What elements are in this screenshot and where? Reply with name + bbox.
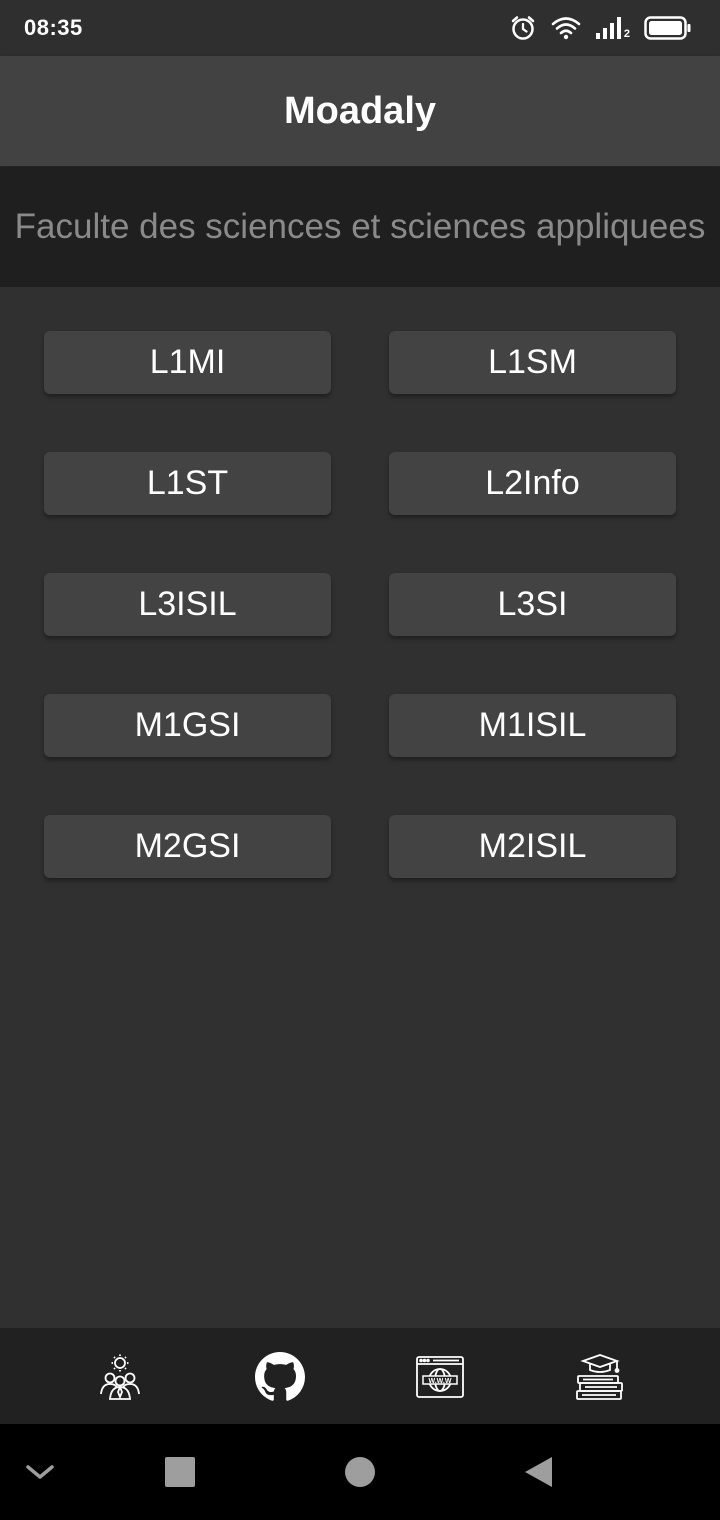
level-button-m1gsi[interactable]: M1GSI xyxy=(44,694,331,757)
website-icon[interactable]: W.W.W xyxy=(415,1352,465,1402)
bottom-nav: W.W.W xyxy=(0,1328,720,1424)
graduation-books-icon[interactable] xyxy=(575,1352,625,1402)
github-icon[interactable] xyxy=(255,1352,305,1402)
app-bar: Moadaly xyxy=(0,56,720,166)
level-button-l1st[interactable]: L1ST xyxy=(44,452,331,515)
level-button-m2gsi[interactable]: M2GSI xyxy=(44,815,331,878)
status-time: 08:35 xyxy=(24,15,83,40)
level-button-l3isil[interactable]: L3ISIL xyxy=(44,573,331,636)
recents-square-icon[interactable] xyxy=(160,1452,200,1492)
team-icon[interactable] xyxy=(95,1352,145,1402)
level-button-l3si[interactable]: L3SI xyxy=(389,573,676,636)
status-icons: 2 xyxy=(509,14,692,42)
level-button-l2info[interactable]: L2Info xyxy=(389,452,676,515)
level-button-l1mi[interactable]: L1MI xyxy=(44,331,331,394)
system-nav-bar xyxy=(0,1424,720,1520)
home-circle-icon[interactable] xyxy=(340,1452,380,1492)
status-bar: 08:35 2 xyxy=(0,0,720,56)
levels-grid: L1MI L1SM L1ST L2Info L3ISIL L3SI M1GSI … xyxy=(44,331,676,878)
level-button-m2isil[interactable]: M2ISIL xyxy=(389,815,676,878)
faculty-name: Faculte des sciences et sciences appliqu… xyxy=(14,207,706,246)
chevron-down-icon[interactable] xyxy=(20,1452,60,1492)
level-button-m1isil[interactable]: M1ISIL xyxy=(389,694,676,757)
faculty-banner: Faculte des sciences et sciences appliqu… xyxy=(0,167,720,287)
back-triangle-icon[interactable] xyxy=(518,1452,558,1492)
svg-text:W.W.W: W.W.W xyxy=(429,1378,452,1385)
level-button-l1sm[interactable]: L1SM xyxy=(389,331,676,394)
battery-icon xyxy=(644,16,692,40)
alarm-icon xyxy=(509,14,537,42)
wifi-icon xyxy=(551,16,581,40)
app-title: Moadaly xyxy=(283,89,437,132)
signal-sub-label: 2 xyxy=(623,28,630,40)
signal-icon: 2 xyxy=(595,16,630,40)
